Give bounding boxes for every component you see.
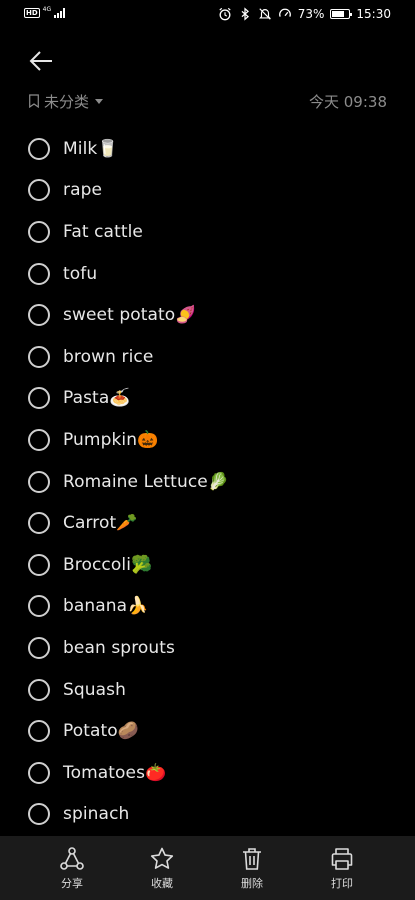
checkbox[interactable] — [28, 179, 50, 202]
checkbox[interactable] — [28, 220, 50, 243]
checkbox[interactable] — [28, 636, 50, 659]
checklist-item: Pasta🍝 — [28, 378, 398, 420]
bottom-toolbar: 分享 收藏 删除 打印 — [0, 836, 415, 900]
alarm-icon — [219, 7, 231, 21]
checklist-item: Squash — [28, 669, 398, 711]
checklist-item: bean sprouts — [28, 627, 398, 669]
hd-badge: HD — [24, 8, 40, 18]
status-icons: 73% 15:30 — [218, 7, 391, 21]
star-icon — [150, 847, 174, 869]
printer-icon — [331, 848, 353, 870]
checklist: Milk🥛 rape Fat cattle tofu sweet potato🍠 brow… — [28, 128, 398, 835]
checkbox[interactable] — [28, 304, 50, 327]
checklist-item-text[interactable]: Broccoli🥦 — [63, 555, 152, 575]
checklist-item-text[interactable]: banana🍌 — [63, 596, 148, 616]
checklist-item: Broccoli🥦 — [28, 544, 398, 586]
checkbox[interactable] — [28, 720, 50, 743]
checklist-item-text[interactable]: spinach — [63, 804, 129, 824]
favorite-button[interactable]: 收藏 — [117, 836, 207, 900]
share-button[interactable]: 分享 — [27, 836, 117, 900]
delete-button[interactable]: 删除 — [207, 836, 297, 900]
checkbox[interactable] — [28, 678, 50, 701]
checklist-item: brown rice — [28, 336, 398, 378]
checklist-item: Romaine Lettuce🥬 — [28, 461, 398, 503]
checklist-item: banana🍌 — [28, 586, 398, 628]
checkbox[interactable] — [28, 137, 50, 160]
network-type: 4G — [42, 5, 52, 13]
back-button[interactable] — [26, 46, 56, 76]
checklist-item-text[interactable]: brown rice — [63, 347, 153, 367]
delete-label: 删除 — [241, 877, 263, 890]
checklist-item: sweet potato🍠 — [28, 294, 398, 336]
checkbox[interactable] — [28, 345, 50, 368]
checklist-item-text[interactable]: rape — [63, 180, 102, 200]
share-icon — [60, 847, 84, 870]
checkbox[interactable] — [28, 387, 50, 410]
checklist-item: Fat cattle — [28, 211, 398, 253]
checklist-item: tofu — [28, 253, 398, 295]
note-timestamp: 今天 09:38 — [309, 92, 387, 111]
checklist-item-text[interactable]: Squash — [63, 680, 126, 700]
mute-icon — [258, 8, 271, 20]
checklist-item-text[interactable]: sweet potato🍠 — [63, 305, 197, 325]
clock: 15:30 — [356, 7, 391, 21]
checklist-item-text[interactable]: Tomatoes🍅 — [63, 763, 166, 783]
checklist-item: Carrot🥕 — [28, 502, 398, 544]
print-button[interactable]: 打印 — [297, 836, 387, 900]
bluetooth-icon — [241, 7, 249, 21]
checkbox[interactable] — [28, 595, 50, 618]
checklist-item-text[interactable]: Pumpkin🎃 — [63, 430, 158, 450]
checklist-item: Potato🥔 — [28, 710, 398, 752]
chevron-down-icon — [95, 98, 104, 104]
checklist-item-text[interactable]: Pasta🍝 — [63, 388, 131, 408]
checklist-item: rape — [28, 170, 398, 212]
checklist-item-text[interactable]: Milk🥛 — [63, 139, 119, 159]
share-label: 分享 — [61, 877, 83, 890]
checklist-item: Tomatoes🍅 — [28, 752, 398, 794]
battery-icon — [330, 9, 353, 19]
checkbox[interactable] — [28, 470, 50, 493]
checkbox[interactable] — [28, 761, 50, 784]
category-selector[interactable]: 未分类 — [28, 91, 104, 112]
checklist-item-text[interactable]: Romaine Lettuce🥬 — [63, 472, 229, 492]
checkbox[interactable] — [28, 428, 50, 451]
print-label: 打印 — [331, 877, 353, 890]
checkbox[interactable] — [28, 803, 50, 826]
arrow-left-icon — [29, 51, 52, 71]
bookmark-icon — [29, 94, 39, 108]
signal-area: HD 4G — [24, 5, 66, 18]
checkbox[interactable] — [28, 262, 50, 285]
checklist-item-text[interactable]: Fat cattle — [63, 222, 143, 242]
note-meta-row: 未分类 今天 09:38 — [28, 90, 387, 112]
checklist-item: Milk🥛 — [28, 128, 398, 170]
trash-icon — [243, 848, 261, 870]
checklist-item-text[interactable]: bean sprouts — [63, 638, 175, 658]
checklist-item-text[interactable]: tofu — [63, 264, 97, 284]
battery-percent: 73% — [297, 7, 325, 21]
checklist-item: spinach — [28, 794, 398, 836]
checkbox[interactable] — [28, 553, 50, 576]
checklist-item: Pumpkin🎃 — [28, 419, 398, 461]
checklist-item-text[interactable]: Carrot🥕 — [63, 513, 138, 533]
status-bar: HD 4G 73% 15:30 — [0, 0, 415, 30]
data-saver-icon — [278, 8, 291, 17]
category-label: 未分类 — [44, 92, 90, 111]
checkbox[interactable] — [28, 512, 50, 535]
signal-strength-icon — [54, 8, 66, 18]
favorite-label: 收藏 — [151, 877, 173, 890]
checklist-item-text[interactable]: Potato🥔 — [63, 721, 139, 741]
